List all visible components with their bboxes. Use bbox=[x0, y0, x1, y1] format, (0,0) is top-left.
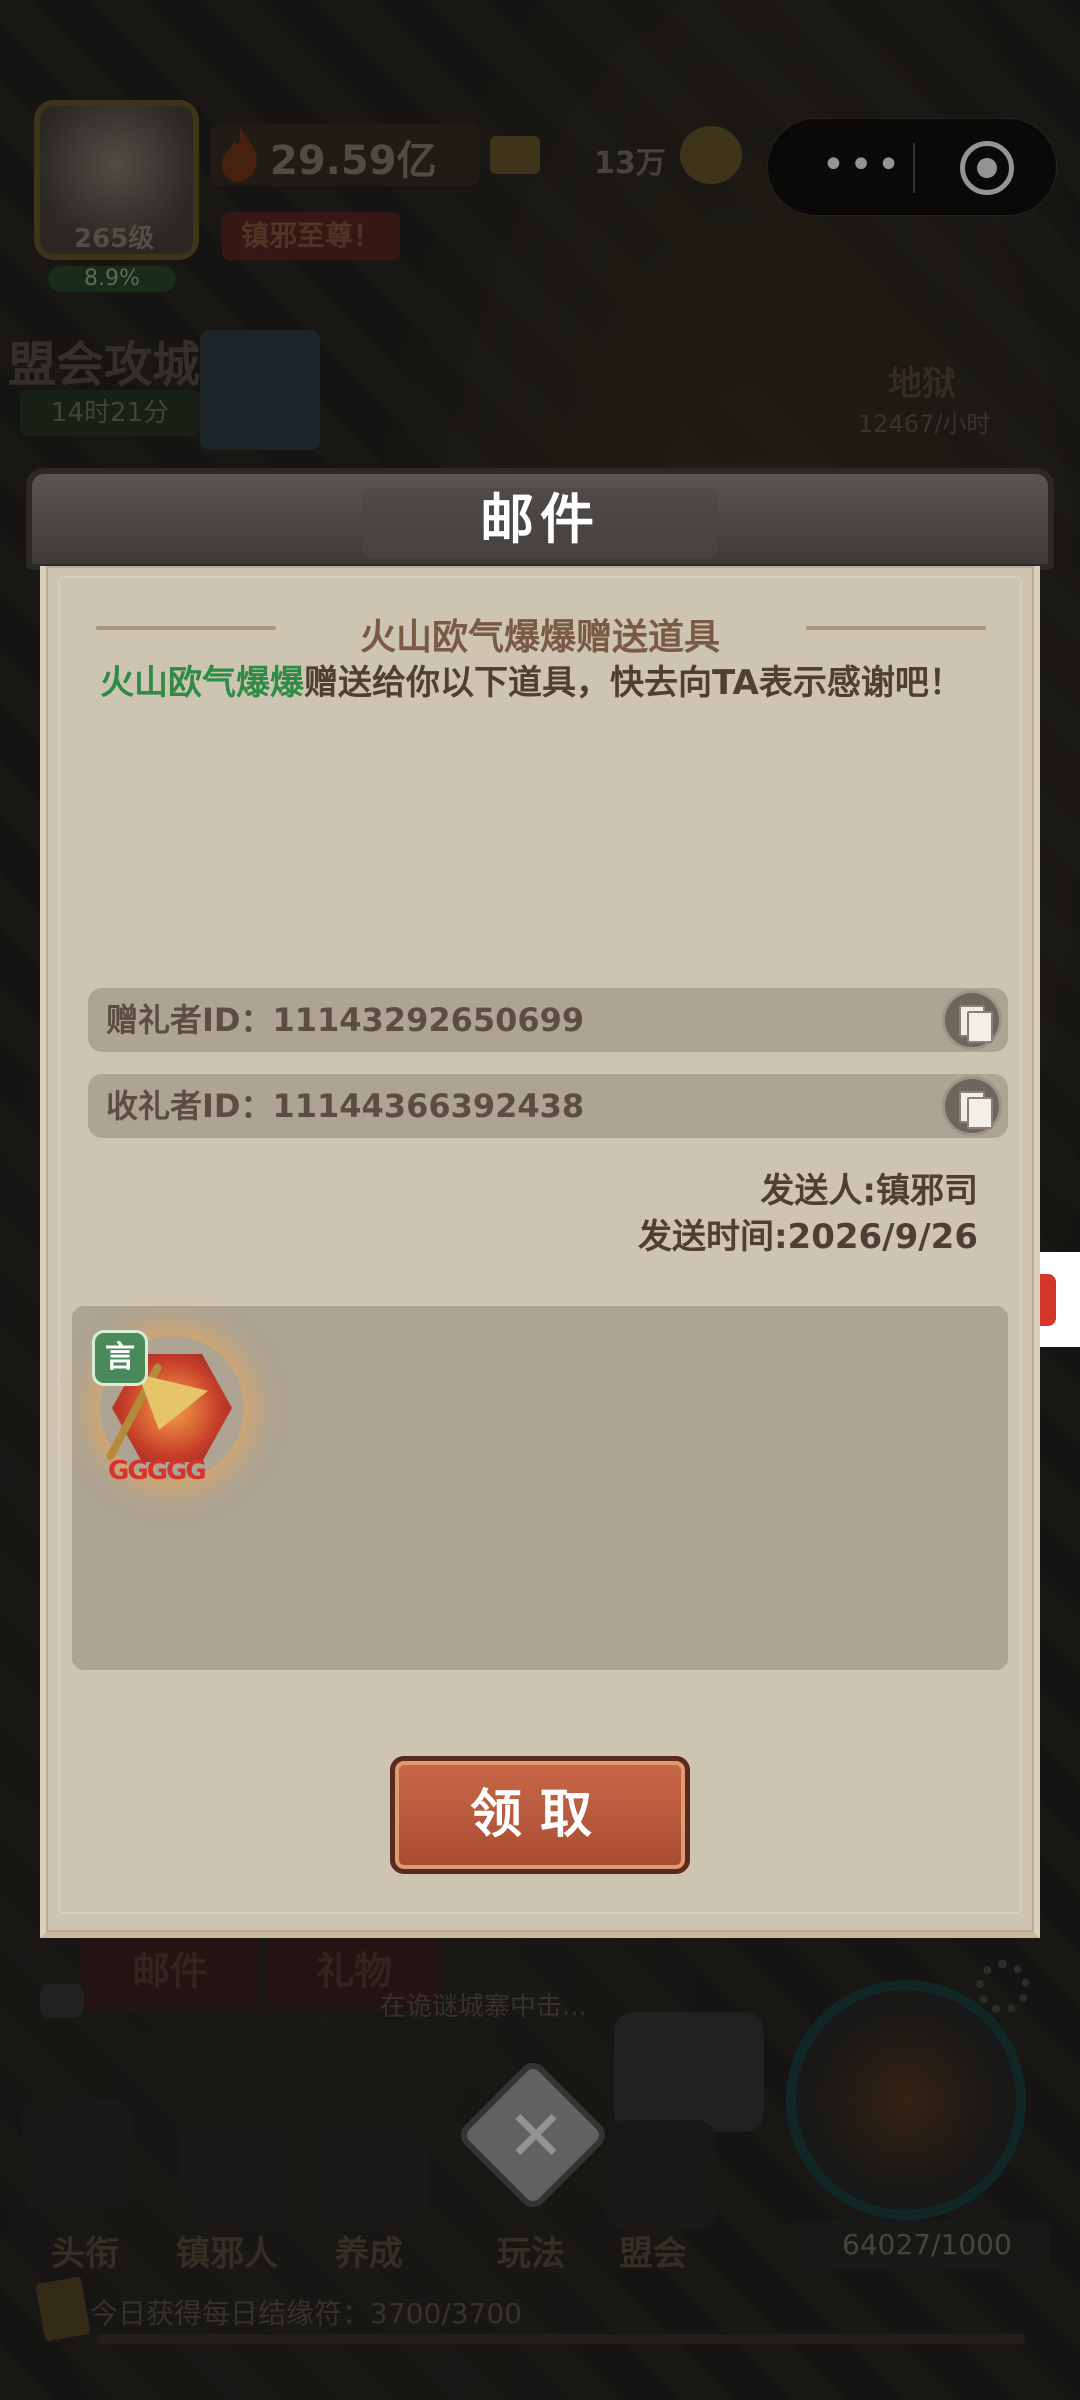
attachment-panel: 言 GGGGG bbox=[72, 1306, 1008, 1670]
dialog-title: 邮件 bbox=[480, 488, 600, 551]
item-star-rating: GGGGG bbox=[108, 1456, 207, 1486]
mail-message-text: 赠送给你以下道具，快去向TA表示感谢吧！ bbox=[304, 663, 963, 703]
mail-dialog: 邮件 火山欧气爆爆赠送道具 火山欧气爆爆赠送给你以下道具，快去向TA表示感谢吧！… bbox=[26, 468, 1054, 1938]
item-type-badge: 言 bbox=[92, 1330, 148, 1386]
sender-line: 发送人:镇邪司 bbox=[760, 1171, 978, 1211]
mail-subject: 火山欧气爆爆赠送道具 bbox=[359, 617, 720, 658]
receiver-id: 收礼者ID：11144366392438 bbox=[106, 1087, 585, 1125]
copy-icon[interactable] bbox=[942, 1076, 1002, 1136]
send-info: 发送人:镇邪司 发送时间:2026/9/26 bbox=[638, 1168, 978, 1260]
dialog-header: 邮件 bbox=[26, 468, 1054, 570]
giver-id: 赠礼者ID：11143292650699 bbox=[106, 1001, 585, 1039]
item-type-badge-text: 言 bbox=[105, 1340, 135, 1375]
claim-button[interactable]: 领取 bbox=[390, 1756, 690, 1874]
claim-button-label: 领取 bbox=[469, 1785, 610, 1845]
sender-name: 火山欧气爆爆 bbox=[100, 663, 304, 703]
giver-id-row: 赠礼者ID：11143292650699 bbox=[88, 988, 1008, 1052]
receiver-id-row: 收礼者ID：11144366392438 bbox=[88, 1074, 1008, 1138]
copy-icon[interactable] bbox=[942, 990, 1002, 1050]
item-slot[interactable]: 言 GGGGG bbox=[92, 1330, 252, 1490]
subject-ornament-right bbox=[806, 626, 986, 630]
mail-message: 火山欧气爆爆赠送给你以下道具，快去向TA表示感谢吧！ bbox=[100, 658, 1000, 708]
send-time: 发送时间:2026/9/26 bbox=[637, 1217, 978, 1257]
